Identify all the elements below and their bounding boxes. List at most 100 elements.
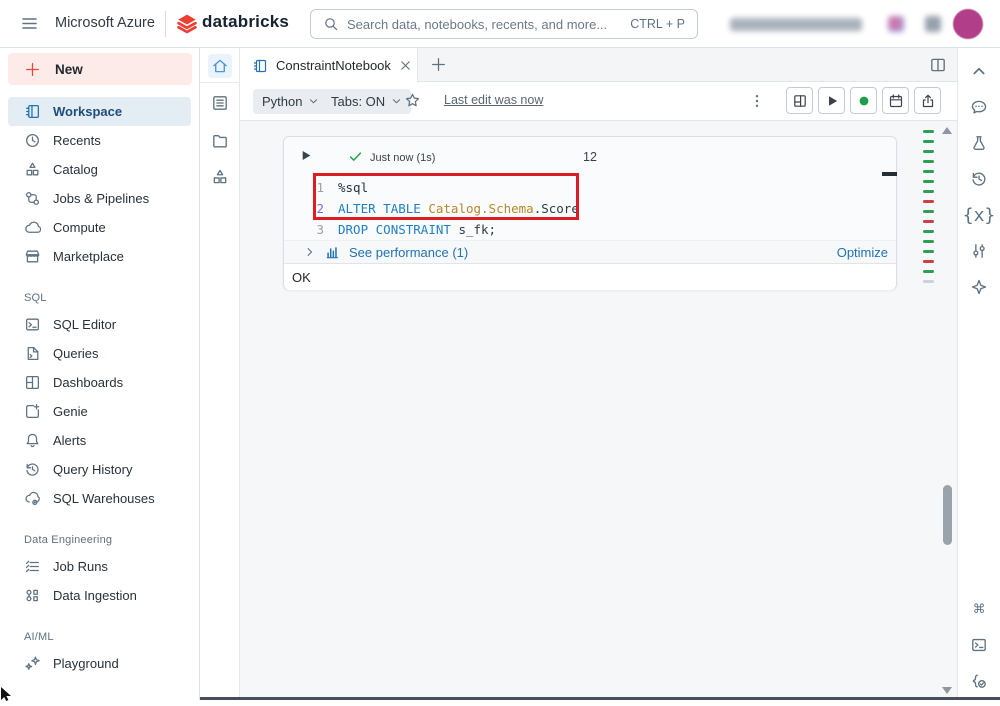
code-validate-button[interactable] (966, 668, 992, 694)
topbar-blurred-icon-2[interactable] (925, 16, 941, 32)
scrollbar-thumb[interactable] (943, 485, 952, 545)
notebook-cell[interactable]: Just now (1s) 12 1 %sql 2 ALTER TABLE Catal… (283, 136, 897, 290)
sidebar-item-job-runs[interactable]: Job Runs (8, 552, 191, 581)
sidebar-item-alerts[interactable]: Alerts (8, 426, 191, 455)
new-button[interactable]: New (8, 53, 192, 85)
sidebar-item-data-ingestion[interactable]: Data Ingestion (8, 581, 191, 610)
minimap-mark-green (923, 130, 934, 133)
user-avatar[interactable] (953, 9, 983, 39)
varsx-icon: {x} (962, 204, 996, 226)
home-panel-button[interactable] (208, 54, 232, 78)
tabs-setting-selector[interactable]: Tabs: ON (322, 89, 412, 114)
cloud-icon (24, 219, 41, 236)
global-search[interactable]: CTRL + P (310, 9, 698, 39)
sidebar-item-queries[interactable]: Queries (8, 339, 191, 368)
code-editor[interactable]: 1 %sql 2 ALTER TABLE Catalog.Schema.Score 3 D… (284, 172, 897, 240)
comment-icon (970, 98, 988, 116)
comments-button[interactable] (966, 94, 992, 120)
left-sidebar: New Workspace Recents Catalog Jobs & Pipeli… (0, 48, 200, 700)
querydoc-icon (24, 345, 41, 362)
variables-button[interactable]: {x} (963, 202, 996, 228)
code-text: DROP CONSTRAINT s_fk; (338, 222, 497, 237)
sidebar-item-sql-editor[interactable]: SQL Editor (8, 310, 191, 339)
cell-run-status: Just now (1s) (370, 152, 436, 164)
favorite-star-icon[interactable] (404, 92, 421, 109)
catalog-panel-icon[interactable] (211, 168, 229, 186)
minimap-mark-green (923, 160, 934, 163)
share-button[interactable] (914, 87, 941, 114)
sidebar-item-catalog[interactable]: Catalog (8, 155, 191, 184)
sidebar-item-recents[interactable]: Recents (8, 126, 191, 155)
run-all-button[interactable] (818, 87, 845, 114)
sidebar-item-label: Query History (53, 462, 133, 477)
terminal-button[interactable] (966, 632, 992, 658)
last-edit-link[interactable]: Last edit was now (444, 93, 543, 107)
version-history-button[interactable] (966, 166, 992, 192)
ingestion-icon (24, 587, 41, 604)
see-performance-link[interactable]: See performance (1) (349, 245, 468, 260)
notebook-toolbar: Python Tabs: ON Last edit was now (240, 82, 957, 121)
optimize-link[interactable]: Optimize (837, 245, 888, 260)
minimap-mark-green (923, 180, 934, 183)
sidebar-item-compute[interactable]: Compute (8, 213, 191, 242)
chevron-down-icon (308, 96, 319, 107)
chevron-right-icon[interactable] (304, 246, 316, 258)
new-tab-button[interactable] (430, 56, 447, 73)
assistant-button[interactable] (966, 274, 992, 300)
search-input[interactable] (347, 16, 623, 32)
sidebar-item-label: Alerts (53, 433, 87, 448)
folder-icon[interactable] (211, 132, 229, 150)
code-line-1[interactable]: 1 %sql (284, 177, 896, 198)
line-number: 2 (316, 201, 324, 216)
sidebar-item-playground[interactable]: Playground (8, 649, 191, 678)
collapse-panel-button[interactable] (966, 58, 992, 84)
sidebar-item-dashboards[interactable]: Dashboards (8, 368, 191, 397)
notebook-icon (24, 103, 41, 120)
sidebar-item-jobs-pipelines[interactable]: Jobs & Pipelines (8, 184, 191, 213)
minimap-mark-green (923, 140, 934, 143)
split-view-icon[interactable] (929, 56, 947, 74)
sidebar-item-label: Dashboards (53, 375, 124, 390)
sidebar-item-label: Playground (53, 656, 119, 671)
table-of-contents-icon[interactable] (211, 94, 229, 112)
layout-button[interactable] (786, 87, 813, 114)
kebab-menu-icon[interactable] (749, 93, 765, 109)
cell-header: Just now (1s) 12 (284, 137, 896, 177)
scrollbar-up-arrow[interactable] (942, 127, 952, 134)
sidebar-item-label: Recents (53, 133, 101, 148)
code-line-3[interactable]: 3 DROP CONSTRAINT s_fk; (284, 219, 896, 240)
workspace-name-blurred[interactable] (730, 18, 862, 31)
sidebar-item-query-history[interactable]: Query History (8, 455, 191, 484)
close-tab-icon[interactable] (399, 59, 412, 72)
shortcuts-button[interactable]: ⌘ (966, 596, 992, 622)
code-line-2[interactable]: 2 ALTER TABLE Catalog.Schema.Score (284, 198, 896, 219)
sidebar-item-label: Marketplace (53, 249, 124, 264)
experiments-button[interactable] (966, 130, 992, 156)
line-number: 3 (316, 222, 324, 237)
run-cell-icon[interactable] (298, 148, 313, 163)
cell-output: OK (284, 263, 896, 290)
tab-constraintnotebook[interactable]: ConstraintNotebook (240, 48, 418, 83)
sidebar-item-genie[interactable]: Genie (8, 397, 191, 426)
cursor-ruler-mark (882, 172, 897, 176)
command-icon: ⌘ (973, 598, 985, 620)
sidebar-item-marketplace[interactable]: Marketplace (8, 242, 191, 271)
hamburger-menu-icon[interactable] (20, 14, 39, 33)
terminal2-icon (970, 636, 988, 654)
clock-icon (24, 132, 41, 149)
language-selector[interactable]: Python (253, 89, 329, 114)
cloudgear-icon (24, 490, 41, 507)
scrollbar-down-arrow[interactable] (942, 687, 952, 694)
sidebar-item-label: Jobs & Pipelines (53, 191, 150, 206)
sidebar-item-workspace[interactable]: Workspace (8, 97, 191, 126)
minimap-mark-green (923, 240, 934, 243)
sidebar-item-sql-warehouses[interactable]: SQL Warehouses (8, 484, 191, 513)
cluster-status-button[interactable] (850, 87, 877, 114)
databricks-wordmark: databricks (202, 12, 290, 31)
environment-button[interactable] (966, 238, 992, 264)
minimap-mark-red (923, 200, 934, 203)
schedule-button[interactable] (882, 87, 909, 114)
historyclock-icon (24, 461, 41, 478)
topbar-blurred-icon-1[interactable] (888, 16, 904, 32)
sparkles-icon (24, 655, 41, 672)
